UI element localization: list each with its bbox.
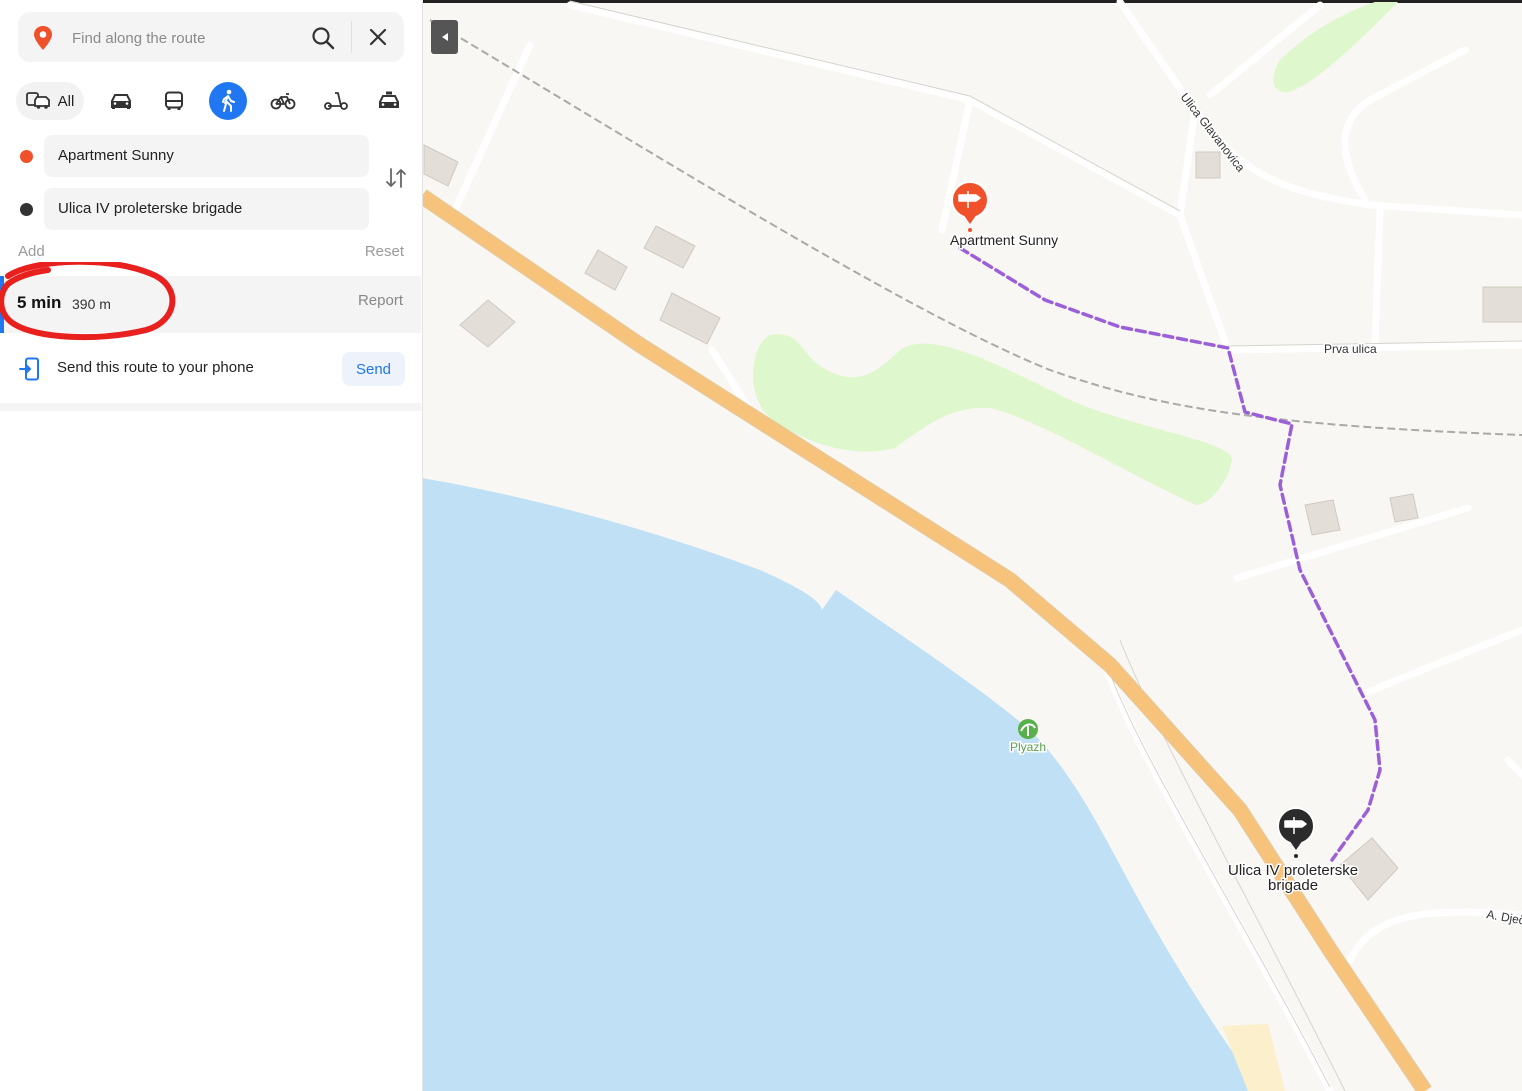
location-pin-icon (34, 26, 52, 50)
mode-bus-button[interactable] (159, 82, 189, 120)
start-point-field[interactable]: Apartment Sunny (44, 135, 369, 177)
triangle-left-icon (441, 33, 448, 41)
route-point-end: Ulica IV proleterske brigade (0, 186, 420, 232)
mode-walk-button[interactable] (209, 82, 247, 120)
report-link[interactable]: Report (358, 292, 403, 309)
start-place-label: Apartment Sunny (950, 232, 1058, 248)
taxi-icon (379, 91, 399, 108)
beach-poi[interactable] (1018, 719, 1038, 739)
scooter-icon (324, 92, 348, 110)
end-place-label-line2: brigade (1268, 877, 1318, 894)
end-marker-point (1294, 854, 1298, 858)
search-icon[interactable] (310, 25, 336, 51)
mode-car-button[interactable] (106, 82, 136, 120)
reset-route-link[interactable]: Reset (365, 243, 404, 260)
mode-all-label: All (57, 92, 75, 110)
bus-icon (165, 91, 183, 110)
route-search-box (18, 12, 404, 62)
mode-taxi-button[interactable] (374, 82, 404, 120)
transport-modes: All (16, 82, 408, 120)
street-label-prva: Prva ulica (1324, 342, 1377, 356)
start-dot-icon (20, 150, 33, 163)
route-time: 5 min (17, 293, 62, 312)
panel-separator (0, 403, 421, 411)
send-route-text: Send this route to your phone (57, 359, 254, 376)
end-point-field[interactable]: Ulica IV proleterske brigade (44, 188, 369, 230)
map-top-edge (422, 0, 1522, 3)
add-point-link[interactable]: Add (18, 243, 45, 260)
route-distance: 390 m (72, 296, 111, 312)
phone-icon (19, 357, 39, 381)
mode-scooter-button[interactable] (321, 82, 351, 120)
search-divider (351, 21, 352, 53)
car-icon (111, 94, 131, 109)
end-dot-icon (20, 203, 33, 216)
swap-points-icon[interactable] (385, 166, 407, 190)
send-button[interactable]: Send (342, 352, 405, 386)
route-panel: All (0, 0, 423, 1091)
mode-all-button[interactable]: All (16, 82, 84, 120)
route-option[interactable]: 5 min 390 m Report (0, 262, 421, 341)
bicycle-icon (270, 93, 296, 110)
route-search-input[interactable] (70, 22, 314, 54)
route-point-start: Apartment Sunny (0, 133, 420, 179)
beach-label: Plyazh (1010, 740, 1046, 754)
all-transport-icon (25, 92, 50, 109)
close-icon[interactable] (366, 25, 390, 49)
pedestrian-icon (222, 89, 235, 112)
collapse-panel-button[interactable] (431, 20, 458, 54)
send-to-phone-row: Send this route to your phone Send (0, 333, 421, 403)
route-selected-indicator (0, 276, 4, 333)
map-view[interactable]: Apartment Sunny Ulica IV proleterske bri… (422, 0, 1522, 1091)
mode-bicycle-button[interactable] (268, 82, 298, 120)
